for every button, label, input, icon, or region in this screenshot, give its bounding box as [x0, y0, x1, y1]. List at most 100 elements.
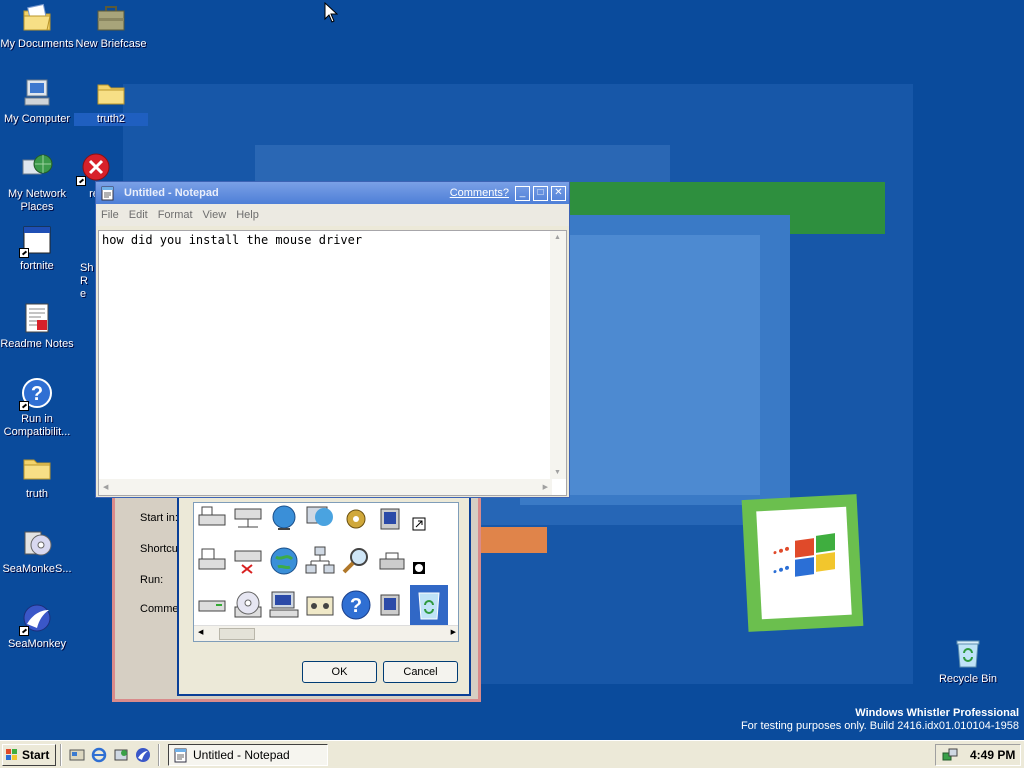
- scroll-thumb[interactable]: [219, 628, 255, 640]
- desktop-icon-readme-notes[interactable]: Readme Notes: [0, 302, 74, 351]
- internet-explorer-icon[interactable]: [91, 747, 107, 763]
- seamonkey-icon: [19, 602, 53, 636]
- desktop-icon-my-computer[interactable]: My Computer: [0, 77, 74, 126]
- wallpaper-orange-bar: [470, 527, 547, 553]
- desktop-icon-my-network-places[interactable]: My Network Places: [0, 152, 74, 214]
- seamonkey-quicklaunch-icon[interactable]: [135, 747, 151, 763]
- run-label: Run:: [140, 574, 164, 586]
- desktop-icon-run-in-compatibility[interactable]: ? Run in Compatibilit...: [0, 377, 74, 439]
- removable-drive-icon[interactable]: [196, 589, 228, 621]
- speaker-icon[interactable]: [376, 589, 408, 621]
- cd-drive-icon[interactable]: [232, 589, 264, 621]
- show-desktop-icon[interactable]: [69, 747, 85, 763]
- menu-edit[interactable]: Edit: [124, 209, 153, 221]
- disconnected-drive-icon[interactable]: [232, 545, 264, 577]
- close-button[interactable]: ✕: [551, 185, 566, 201]
- computer-icon: [21, 77, 53, 109]
- menu-file[interactable]: File: [96, 209, 124, 221]
- network-globe-icon: [21, 152, 53, 184]
- window-title: Untitled - Notepad: [124, 187, 219, 199]
- shortcut-key-label: Shortcu: [140, 543, 178, 555]
- monitor-globe-icon[interactable]: [304, 503, 336, 535]
- briefcase-icon: [95, 2, 127, 34]
- change-icon-dialog: ? ◀ ▶ OK Cancel: [177, 496, 471, 696]
- comments-link[interactable]: Comments?: [450, 187, 509, 199]
- cd-install-icon: [21, 527, 53, 559]
- help-icon[interactable]: ?: [340, 589, 372, 621]
- svg-text:?: ?: [350, 595, 362, 617]
- desktop-icon-my-documents[interactable]: My Documents: [0, 2, 74, 51]
- minimize-button[interactable]: _: [515, 185, 530, 201]
- build-watermark: Windows Whistler Professional For testin…: [741, 707, 1019, 732]
- document-icon: [21, 302, 53, 334]
- taskbar-button-notepad[interactable]: Untitled - Notepad: [168, 743, 328, 766]
- printer-icon[interactable]: [376, 545, 408, 577]
- ok-button[interactable]: OK: [302, 661, 377, 683]
- desktop-icon-fortnite[interactable]: fortnite: [0, 224, 74, 273]
- desktop-icon-truth[interactable]: truth: [0, 452, 74, 501]
- scroll-down-icon[interactable]: ▼: [554, 469, 561, 476]
- clock[interactable]: 4:49 PM: [970, 748, 1015, 762]
- cancel-button[interactable]: Cancel: [383, 661, 458, 683]
- taskbar-separator: [60, 743, 62, 766]
- menu-help[interactable]: Help: [231, 209, 264, 221]
- watermark-build: For testing purposes only. Build 2416.id…: [740, 720, 1019, 732]
- desktop-icon-recycle-bin[interactable]: Recycle Bin: [931, 637, 1005, 686]
- start-button[interactable]: Start: [2, 743, 56, 766]
- close-icon: ✕: [554, 187, 563, 198]
- icon-list[interactable]: ? ◀ ▶: [193, 502, 459, 642]
- scroll-left-icon[interactable]: ◀: [198, 628, 203, 636]
- svg-text:?: ?: [31, 383, 43, 405]
- editor-content[interactable]: how did you install the mouse driver: [102, 233, 362, 247]
- shortcut-arrow-icon: [76, 176, 86, 186]
- shortcut-arrow-icon: [19, 248, 29, 258]
- recycle-bin-icon: [952, 637, 984, 669]
- desktop-icon-seamonkey-setup[interactable]: SeaMonkeS...: [0, 527, 74, 576]
- speaker-icon[interactable]: [376, 503, 408, 535]
- desktop-computer-icon[interactable]: [268, 589, 300, 621]
- scroll-right-icon[interactable]: ▶: [451, 628, 456, 636]
- menu-bar: File Edit Format View Help: [96, 204, 569, 226]
- icon-list-hscroll[interactable]: ◀ ▶: [194, 625, 458, 641]
- scroll-right-icon[interactable]: ▶: [543, 483, 548, 491]
- horizontal-scrollbar[interactable]: ◀ ▶: [99, 479, 552, 495]
- scroll-left-icon[interactable]: ◀: [103, 483, 108, 491]
- selected-icon-cell[interactable]: [410, 585, 448, 625]
- control-panel-icon[interactable]: [304, 589, 336, 621]
- network-quicklaunch-icon[interactable]: [113, 747, 129, 763]
- network-status-icon[interactable]: [942, 747, 958, 763]
- taskbar: Start Untitled - Notepad 4:49 PM: [0, 740, 1024, 768]
- notepad-titlebar[interactable]: Untitled - Notepad Comments? _ □ ✕: [96, 182, 569, 204]
- globe-icon[interactable]: [268, 503, 300, 535]
- clock-overlay-icon[interactable]: [412, 561, 426, 575]
- task-label: Untitled - Notepad: [193, 747, 290, 762]
- system-tray: 4:49 PM: [935, 744, 1021, 766]
- windows-flag-icon: [773, 533, 835, 577]
- text-editor-area[interactable]: how did you install the mouse driver ▲ ▼…: [98, 230, 567, 496]
- desktop-icon-new-briefcase[interactable]: New Briefcase: [74, 2, 148, 51]
- recycle-bin-icon: [418, 592, 440, 620]
- menu-view[interactable]: View: [198, 209, 232, 221]
- maximize-button[interactable]: □: [533, 185, 548, 201]
- drive-icon[interactable]: [196, 503, 228, 535]
- vertical-scrollbar[interactable]: ▲ ▼: [550, 231, 566, 479]
- windows-logo: [741, 494, 864, 632]
- magnifier-icon[interactable]: [340, 545, 372, 577]
- wallpaper-panel: [570, 235, 760, 495]
- desktop-icon-truth2[interactable]: truth2: [74, 77, 148, 126]
- network-icon[interactable]: [304, 545, 336, 577]
- network-drive-icon[interactable]: [232, 503, 264, 535]
- computer-drive-icon[interactable]: [196, 545, 228, 577]
- scroll-up-icon[interactable]: ▲: [554, 234, 561, 241]
- gear-icon[interactable]: [340, 503, 372, 535]
- desktop-icon-seamonkey[interactable]: SeaMonkey: [0, 602, 74, 651]
- folder-icon: [95, 77, 127, 109]
- internet-globe-icon[interactable]: [268, 545, 300, 577]
- folder-icon: [21, 452, 53, 484]
- shortcut-arrow-icon[interactable]: [412, 517, 426, 531]
- help-icon: ?: [19, 377, 53, 411]
- error-icon: [76, 152, 110, 186]
- menu-format[interactable]: Format: [153, 209, 198, 221]
- windows-flag-icon: [6, 748, 17, 760]
- window-program-icon: [19, 224, 53, 258]
